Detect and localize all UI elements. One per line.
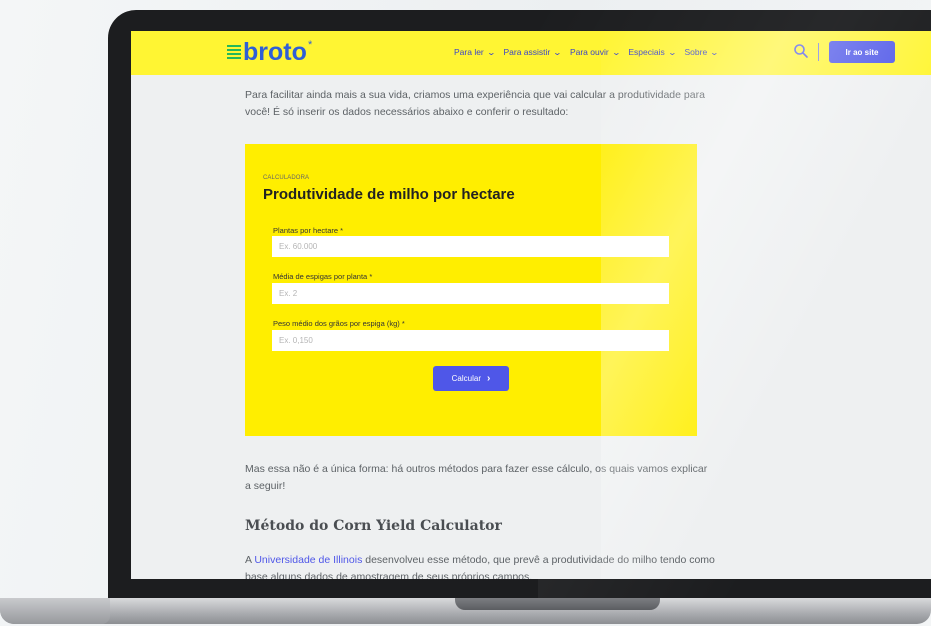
- ears-per-plant-input[interactable]: Ex. 2: [272, 283, 669, 304]
- nav-divider: [818, 43, 819, 61]
- nav-item-sobre[interactable]: Sobre ⌄: [684, 47, 720, 57]
- chevron-down-icon: ⌄: [611, 47, 621, 57]
- nav-item-para-assistir[interactable]: Para assistir ⌄: [503, 47, 563, 57]
- method-paragraph: A Universidade de Illinois desenvolveu e…: [245, 552, 715, 579]
- nav-item-label: Especiais: [628, 47, 665, 57]
- nav-item-label: Para ouvir: [569, 47, 609, 57]
- site-logo[interactable]: broto: [243, 38, 307, 67]
- intro-paragraph: Para facilitar ainda mais a sua vida, cr…: [245, 89, 705, 118]
- nav-menu: Para ler ⌄ Para assistir ⌄ Para ouvir ⌄ …: [454, 47, 727, 57]
- chevron-down-icon: ⌄: [486, 47, 496, 57]
- calculate-button-label: Calcular: [451, 374, 481, 383]
- laptop-screen: broto * Para ler ⌄ Para assistir ⌄ Para …: [131, 31, 931, 579]
- grain-weight-label: Peso médio dos grãos por espiga (kg) *: [273, 319, 405, 328]
- nav-item-label: Sobre: [684, 47, 708, 57]
- plants-per-hectare-label: Plantas por hectare *: [273, 226, 344, 235]
- nav-item-para-ler[interactable]: Para ler ⌄: [454, 47, 496, 57]
- chevron-down-icon: ⌄: [709, 47, 720, 57]
- arrow-right-icon: ›: [487, 373, 491, 384]
- input-placeholder: Ex. 60.000: [279, 242, 318, 251]
- chevron-down-icon: ⌄: [667, 47, 677, 57]
- nav-item-especiais[interactable]: Especiais ⌄: [628, 47, 677, 57]
- input-placeholder: Ex. 0,150: [279, 336, 313, 345]
- nav-item-label: Para assistir: [503, 47, 551, 57]
- section-heading: Método do Corn Yield Calculator: [245, 518, 502, 534]
- logo-star: *: [308, 39, 313, 51]
- search-icon[interactable]: [793, 43, 809, 59]
- nav-item-para-ouvir[interactable]: Para ouvir ⌄: [569, 47, 621, 57]
- input-placeholder: Ex. 2: [279, 289, 298, 298]
- calculator-card: CALCULADORA Produtividade de milho por h…: [245, 144, 697, 436]
- calculate-button[interactable]: Calcular ›: [433, 366, 509, 391]
- grain-weight-input[interactable]: Ex. 0,150: [272, 330, 669, 351]
- method-text-prefix: A: [245, 554, 255, 566]
- nav-item-label: Para ler: [454, 47, 484, 57]
- logo-mark-icon: [227, 45, 241, 61]
- chevron-down-icon: ⌄: [552, 47, 563, 57]
- ears-per-plant-label: Média de espigas por planta *: [273, 272, 373, 281]
- laptop-base-left: [0, 598, 110, 624]
- plants-per-hectare-input[interactable]: Ex. 60.000: [272, 236, 669, 257]
- laptop-notch: [455, 598, 660, 610]
- site-navbar: broto * Para ler ⌄ Para assistir ⌄ Para …: [131, 31, 931, 75]
- after-calculator-paragraph: Mas essa não é a única forma: há outros …: [245, 463, 708, 492]
- calculator-title: Produtividade de milho por hectare: [263, 186, 515, 203]
- university-link[interactable]: Universidade de Illinois: [254, 554, 362, 566]
- calculator-eyebrow: CALCULADORA: [263, 175, 310, 181]
- go-to-site-button[interactable]: Ir ao site: [829, 41, 895, 63]
